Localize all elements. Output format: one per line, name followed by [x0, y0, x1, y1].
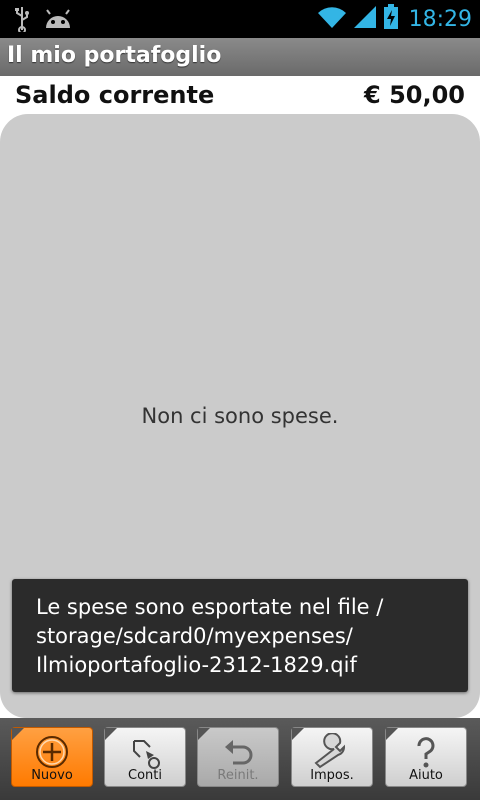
title-bar: Il mio portafoglio — [0, 38, 480, 77]
help-label: Aiuto — [409, 768, 443, 783]
balance-row: Saldo corrente € 50,00 — [0, 76, 480, 114]
accounts-button[interactable]: Conti — [104, 727, 186, 787]
reinit-label: Reinit. — [217, 768, 259, 783]
app-title: Il mio portafoglio — [7, 43, 222, 68]
status-bar: 18:29 — [0, 0, 480, 38]
settings-button[interactable]: Impos. — [291, 727, 373, 787]
clock: 18:29 — [408, 6, 472, 32]
wifi-icon — [317, 5, 347, 33]
new-expense-label: Nuovo — [31, 768, 73, 783]
settings-label: Impos. — [310, 768, 354, 783]
android-debug-icon — [44, 8, 72, 34]
export-toast: Le spese sono esportate nel file / stora… — [12, 579, 468, 692]
accounts-label: Conti — [128, 768, 162, 783]
new-expense-button[interactable]: Nuovo — [11, 727, 93, 787]
toast-line: Le spese sono esportate nel file / — [36, 595, 384, 619]
balance-value: € 50,00 — [364, 81, 465, 109]
balance-label: Saldo corrente — [15, 81, 215, 109]
help-button[interactable]: Aiuto — [385, 727, 467, 787]
signal-icon — [353, 5, 377, 33]
battery-charging-icon — [383, 4, 399, 34]
toast-line: Ilmioportafoglio-2312-1829.qif — [36, 653, 357, 677]
bottom-toolbar: Nuovo Conti Reinit. Impos. Aiuto — [0, 718, 480, 800]
reinit-button[interactable]: Reinit. — [197, 727, 279, 787]
toast-line: storage/sdcard0/myexpenses/ — [36, 624, 353, 648]
usb-icon — [14, 6, 30, 36]
empty-list-message: Non ci sono spese. — [141, 404, 339, 428]
